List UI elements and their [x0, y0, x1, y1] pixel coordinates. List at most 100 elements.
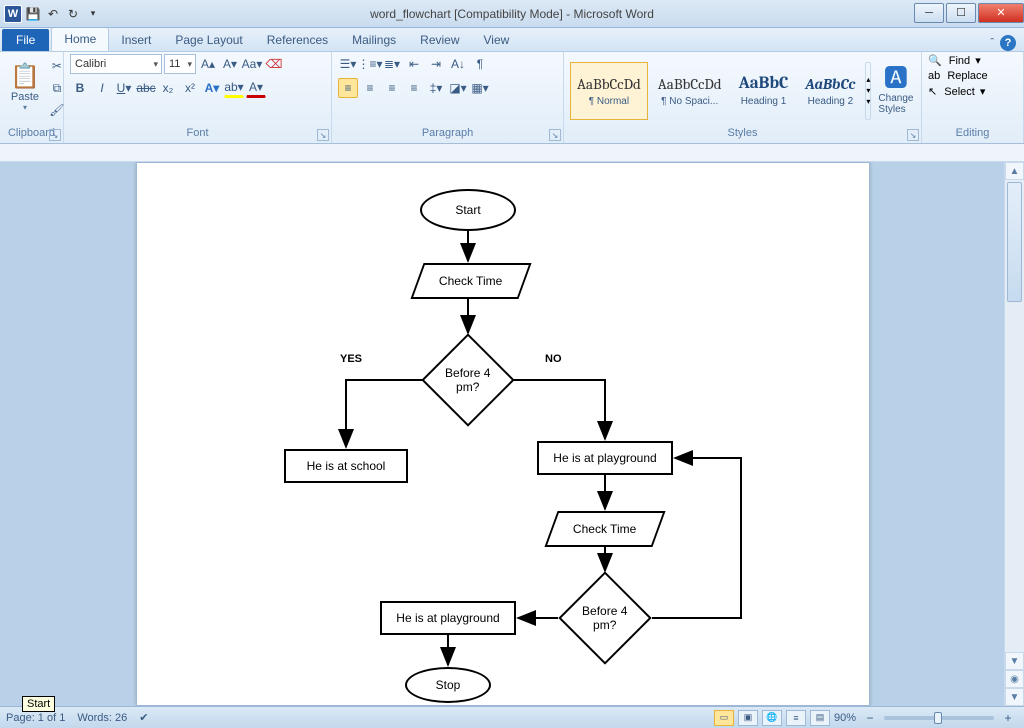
zoom-out-icon[interactable]: − — [860, 708, 880, 728]
highlight-icon[interactable]: ab▾ — [224, 78, 244, 98]
select-icon: ↖ — [928, 85, 937, 98]
status-words[interactable]: Words: 26 — [77, 712, 127, 724]
clear-formatting-icon[interactable]: ⌫ — [264, 54, 284, 74]
zoom-level[interactable]: 90% — [834, 712, 856, 724]
change-styles-button[interactable]: 🅰 Change Styles — [874, 57, 917, 125]
ribbon-tabs: File Home Insert Page Layout References … — [0, 28, 1024, 52]
tab-home[interactable]: Home — [51, 27, 109, 51]
scroll-thumb[interactable] — [1007, 182, 1022, 302]
view-outline-icon[interactable]: ≡ — [786, 710, 806, 726]
style-heading-1[interactable]: AaBbC Heading 1 — [732, 62, 796, 120]
increase-indent-icon[interactable]: ⇥ — [426, 54, 446, 74]
status-proof-icon[interactable]: ✔ — [139, 711, 148, 724]
group-clipboard: 📋 Paste ▾ ✂ ⧉ 🖌 Clipboard ↘ — [0, 52, 64, 143]
paste-icon: 📋 — [10, 65, 40, 89]
replace-button[interactable]: ab Replace — [928, 70, 988, 82]
maximize-button[interactable]: ☐ — [946, 3, 976, 23]
flow-connectors — [137, 163, 869, 705]
tab-page-layout[interactable]: Page Layout — [163, 29, 254, 51]
justify-icon[interactable]: ≡ — [404, 78, 424, 98]
find-button[interactable]: 🔍 Find ▾ — [928, 54, 988, 67]
view-web-icon[interactable]: 🌐 — [762, 710, 782, 726]
font-name-combo[interactable]: Calibri — [70, 54, 162, 74]
status-page[interactable]: Page: 1 of 1 — [6, 712, 65, 724]
show-marks-icon[interactable]: ¶ — [470, 54, 490, 74]
minimize-ribbon-icon[interactable]: ˆ — [990, 37, 994, 49]
line-spacing-icon[interactable]: ‡▾ — [426, 78, 446, 98]
help-icon[interactable]: ? — [1000, 35, 1016, 51]
taskbar-start-tooltip: Start — [22, 696, 55, 712]
document-area: Start Check Time Before 4 pm? YES NO He … — [0, 162, 1004, 706]
view-full-screen-icon[interactable]: ▣ — [738, 710, 758, 726]
replace-icon: ab — [928, 70, 940, 82]
align-right-icon[interactable]: ≡ — [382, 78, 402, 98]
decrease-indent-icon[interactable]: ⇤ — [404, 54, 424, 74]
tab-insert[interactable]: Insert — [109, 29, 163, 51]
grow-font-icon[interactable]: A▴ — [198, 54, 218, 74]
paste-button[interactable]: 📋 Paste ▾ — [6, 54, 44, 122]
borders-icon[interactable]: ▦▾ — [470, 78, 490, 98]
bold-icon[interactable]: B — [70, 78, 90, 98]
style-normal[interactable]: AaBbCcDd ¶ Normal — [570, 62, 648, 120]
strikethrough-icon[interactable]: abc — [136, 78, 156, 98]
underline-icon[interactable]: U▾ — [114, 78, 134, 98]
style-no-spacing[interactable]: AaBbCcDd ¶ No Spaci... — [651, 62, 729, 120]
tab-review[interactable]: Review — [408, 29, 471, 51]
font-color-icon[interactable]: A▾ — [246, 78, 266, 98]
scroll-up-icon[interactable]: ▲ — [1005, 162, 1024, 180]
browse-prev-icon[interactable]: ◉ — [1005, 670, 1024, 688]
scroll-down-icon[interactable]: ▼ — [1005, 652, 1024, 670]
font-size-combo[interactable]: 11 — [164, 54, 196, 74]
change-case-icon[interactable]: Aa▾ — [242, 54, 262, 74]
tab-references[interactable]: References — [255, 29, 340, 51]
shrink-font-icon[interactable]: A▾ — [220, 54, 240, 74]
zoom-in-icon[interactable]: + — [998, 708, 1018, 728]
group-paragraph: ☰▾ ⋮≡▾ ≣▾ ⇤ ⇥ A↓ ¶ ≡ ≡ ≡ ≡ ‡▾ ◪▾ ▦▾ — [332, 52, 564, 143]
horizontal-ruler[interactable] — [0, 144, 1024, 162]
group-editing: 🔍 Find ▾ ab Replace ↖ Select ▾ Editing — [922, 52, 1024, 143]
view-draft-icon[interactable]: ▤ — [810, 710, 830, 726]
view-print-layout-icon[interactable]: ▭ — [714, 710, 734, 726]
bullets-icon[interactable]: ☰▾ — [338, 54, 358, 74]
tab-mailings[interactable]: Mailings — [340, 29, 408, 51]
save-icon[interactable]: 💾 — [24, 5, 42, 23]
select-button[interactable]: ↖ Select ▾ — [928, 85, 988, 98]
align-left-icon[interactable]: ≡ — [338, 78, 358, 98]
change-styles-icon: 🅰 — [884, 67, 908, 91]
vertical-scrollbar[interactable]: ▲ ▼ ◉ ▼ — [1004, 162, 1024, 706]
clipboard-launcher-icon[interactable]: ↘ — [49, 129, 61, 141]
group-font: Calibri 11 A▴ A▾ Aa▾ ⌫ B I U▾ abc x₂ x² … — [64, 52, 332, 143]
tab-view[interactable]: View — [472, 29, 522, 51]
close-button[interactable]: ✕ — [978, 3, 1024, 23]
align-center-icon[interactable]: ≡ — [360, 78, 380, 98]
find-icon: 🔍 — [928, 54, 942, 67]
superscript-icon[interactable]: x² — [180, 78, 200, 98]
scroll-track[interactable] — [1005, 180, 1024, 652]
tab-file[interactable]: File — [2, 29, 49, 51]
ribbon: 📋 Paste ▾ ✂ ⧉ 🖌 Clipboard ↘ Calibri 11 A… — [0, 52, 1024, 144]
italic-icon[interactable]: I — [92, 78, 112, 98]
style-heading-2[interactable]: AaBbCc Heading 2 — [798, 62, 862, 120]
text-effects-icon[interactable]: A▾ — [202, 78, 222, 98]
zoom-slider[interactable] — [884, 716, 994, 720]
title-bar: W 💾 ↶ ↻ ▾ word_flowchart [Compatibility … — [0, 0, 1024, 28]
shading-icon[interactable]: ◪▾ — [448, 78, 468, 98]
word-app-icon: W — [4, 5, 22, 23]
subscript-icon[interactable]: x₂ — [158, 78, 178, 98]
font-launcher-icon[interactable]: ↘ — [317, 129, 329, 141]
numbering-icon[interactable]: ⋮≡▾ — [360, 54, 380, 74]
zoom-thumb[interactable] — [934, 712, 942, 724]
quick-access-toolbar: W 💾 ↶ ↻ ▾ — [0, 5, 102, 23]
minimize-button[interactable]: ─ — [914, 3, 944, 23]
qat-menu-icon[interactable]: ▾ — [84, 5, 102, 23]
document-page[interactable]: Start Check Time Before 4 pm? YES NO He … — [136, 162, 870, 706]
multilevel-icon[interactable]: ≣▾ — [382, 54, 402, 74]
redo-icon[interactable]: ↻ — [64, 5, 82, 23]
sort-icon[interactable]: A↓ — [448, 54, 468, 74]
paragraph-launcher-icon[interactable]: ↘ — [549, 129, 561, 141]
undo-icon[interactable]: ↶ — [44, 5, 62, 23]
browse-next-icon[interactable]: ▼ — [1005, 688, 1024, 706]
styles-gallery-more[interactable]: ▴▾▾ — [865, 62, 871, 120]
group-styles: AaBbCcDd ¶ Normal AaBbCcDd ¶ No Spaci...… — [564, 52, 922, 143]
styles-launcher-icon[interactable]: ↘ — [907, 129, 919, 141]
